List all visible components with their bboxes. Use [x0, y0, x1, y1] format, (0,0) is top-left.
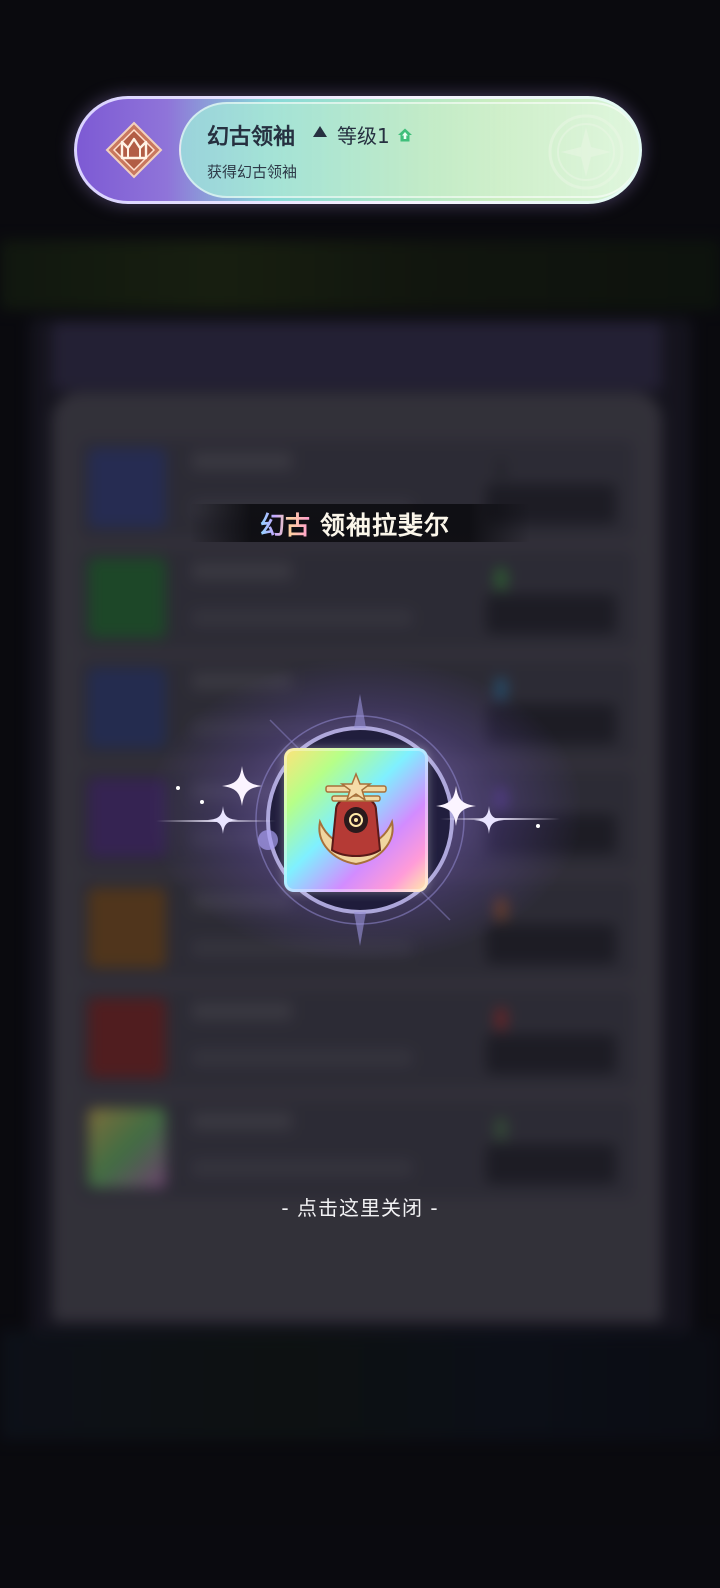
sparkle-icon — [436, 786, 476, 826]
star-emblem-icon — [548, 114, 624, 190]
sparkle-dot — [200, 800, 204, 804]
banner-title: 幻古领袖 — [207, 124, 296, 150]
reward-name: 领袖拉斐尔 — [320, 511, 451, 540]
sparkle-dot — [536, 824, 540, 828]
banner-subtitle: 获得幻古领袖 — [207, 163, 298, 181]
hooded-leader-icon — [318, 771, 394, 866]
sparkle-icon — [222, 766, 262, 806]
achievement-banner: 幻古领袖 等级1 获得幻古领袖 — [74, 96, 642, 204]
reward-name-prefix: 幻古 — [260, 506, 310, 542]
banner-level: 等级1 — [337, 124, 390, 148]
triangle-up-icon — [313, 126, 327, 137]
leader-rank-badge-icon — [105, 121, 163, 179]
close-hint-button[interactable]: - 点击这里关闭 - — [0, 1192, 720, 1221]
sparkle-small-icon — [474, 806, 504, 834]
house-arrow-icon — [398, 128, 412, 142]
sparkle-dot — [176, 786, 180, 790]
sparkle-small-icon — [208, 806, 238, 834]
